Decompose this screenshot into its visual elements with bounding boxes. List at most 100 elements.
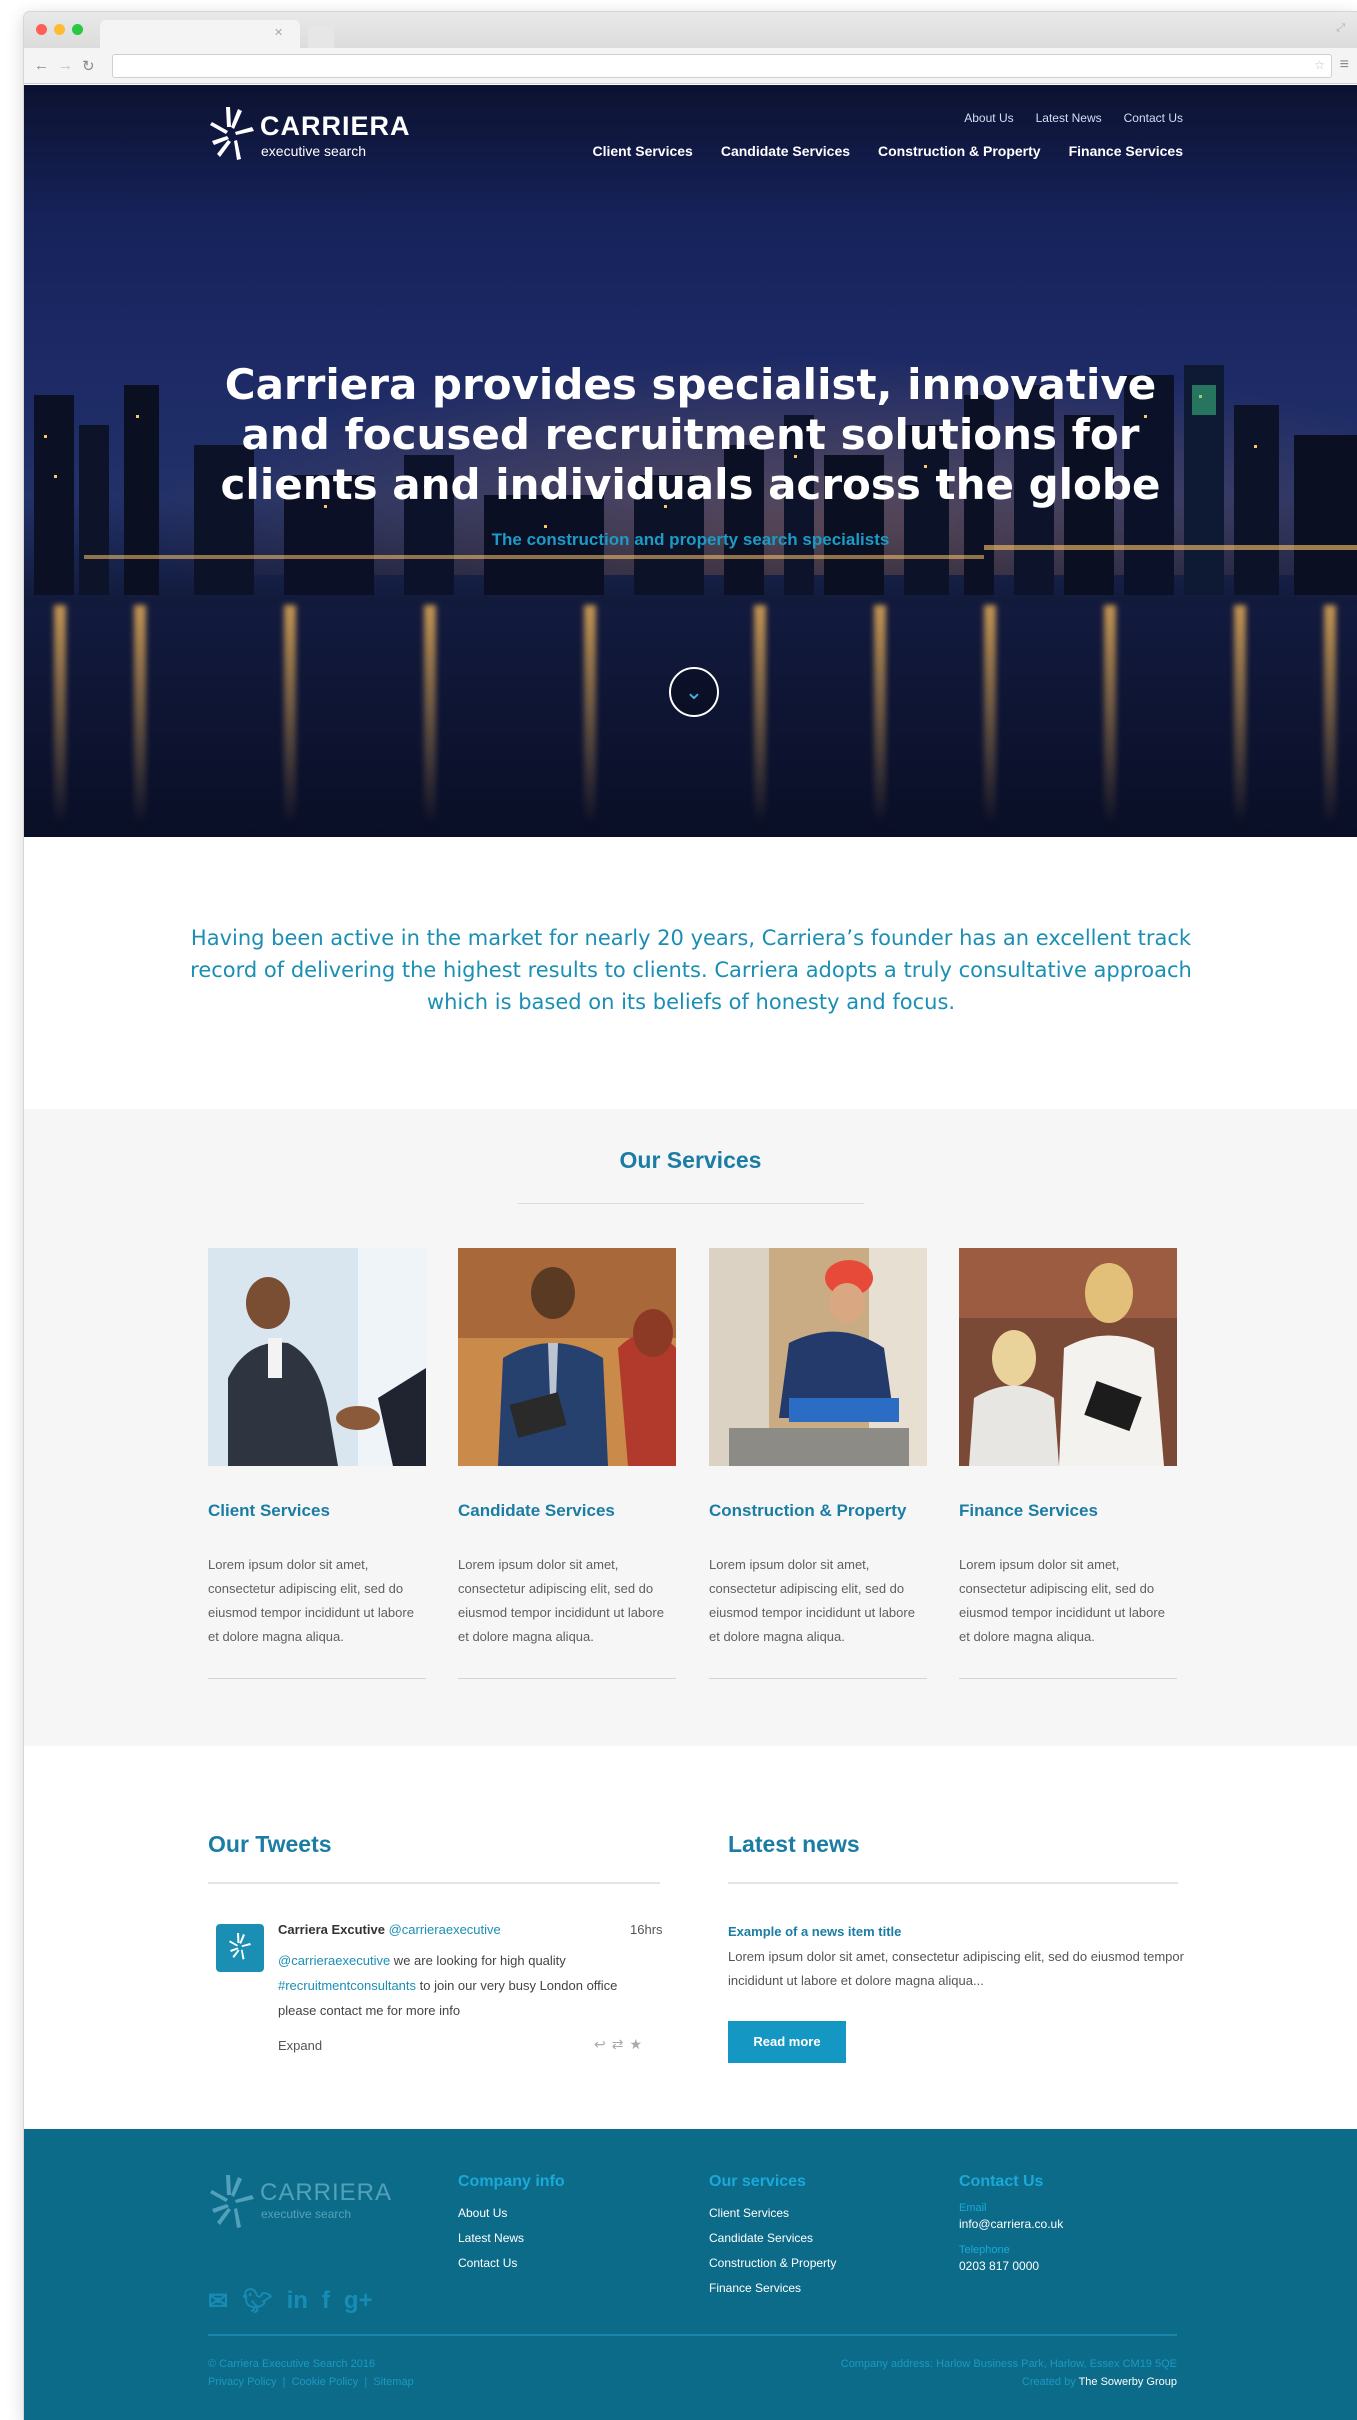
privacy-policy-link[interactable]: Privacy Policy: [208, 2376, 276, 2388]
tweet-actions: ↩⇄★: [594, 2036, 648, 2053]
twitter-icon[interactable]: 🐦︎: [242, 2287, 272, 2316]
email-icon[interactable]: ✉: [208, 2287, 228, 2316]
bookmark-star-icon[interactable]: ☆: [1314, 58, 1325, 72]
footer-services-column: Our services Client Services Candidate S…: [709, 2173, 836, 2301]
footer-email-label: Email: [959, 2202, 987, 2214]
service-description: Lorem ipsum dolor sit amet, consectetur …: [458, 1557, 664, 1644]
main-nav: Client Services Candidate Services Const…: [592, 143, 1183, 159]
footer-link-contact[interactable]: Contact Us: [458, 2251, 565, 2276]
nav-finance-services[interactable]: Finance Services: [1069, 143, 1183, 159]
hero-headline-line-3: clients and individuals across the globe: [220, 460, 1161, 509]
browser-tab[interactable]: [100, 20, 300, 48]
hero-headline: Carriera provides specialist, innovative…: [24, 360, 1357, 510]
google-plus-icon[interactable]: g+: [344, 2287, 373, 2316]
nav-candidate-services[interactable]: Candidate Services: [721, 143, 850, 159]
tweet-hashtag[interactable]: #recruitmentconsultants: [278, 1978, 416, 1993]
footer-link-finance[interactable]: Finance Services: [709, 2276, 836, 2301]
tweet-avatar[interactable]: [216, 1924, 264, 1972]
facebook-icon[interactable]: f: [322, 2287, 330, 2316]
footer-company-heading: Company info: [458, 2173, 565, 2190]
card-divider: [959, 1678, 1177, 1679]
tweet-author-name: Carriera Excutive: [278, 1922, 385, 1937]
footer-link-client-services[interactable]: Client Services: [709, 2201, 836, 2226]
minimize-window-icon[interactable]: [54, 24, 65, 35]
tweet-author-handle[interactable]: @carrieraexecutive: [389, 1922, 501, 1937]
service-card-finance[interactable]: Finance Services Lorem ipsum dolor sit a…: [959, 1248, 1177, 1649]
hero-headline-line-1: Carriera provides specialist, innovative: [224, 360, 1157, 409]
service-card-client[interactable]: Client Services Lorem ipsum dolor sit am…: [208, 1248, 426, 1649]
favorite-star-icon[interactable]: ★: [629, 2036, 648, 2052]
close-window-icon[interactable]: [36, 24, 47, 35]
footer-services-heading: Our services: [709, 2173, 806, 2190]
tweet-author[interactable]: Carriera Excutive @carrieraexecutive: [278, 1922, 501, 1937]
tweet-timestamp[interactable]: 16hrs: [630, 1922, 663, 1937]
nav-client-services[interactable]: Client Services: [592, 143, 692, 159]
footer-logo-name: CARRIERA: [260, 2179, 393, 2206]
tweet-mention[interactable]: @carrieraexecutive: [278, 1953, 390, 1968]
sitemap-link[interactable]: Sitemap: [373, 2376, 413, 2388]
forward-arrow-icon[interactable]: →: [58, 57, 73, 74]
reload-icon[interactable]: ↻: [82, 57, 95, 75]
service-card-construction[interactable]: Construction & Property Lorem ipsum dolo…: [709, 1248, 927, 1649]
tweets-news-section: Our Tweets Carriera Excutive @carrieraex…: [24, 1746, 1357, 2129]
service-title[interactable]: Finance Services: [959, 1501, 1177, 1521]
nav-about-us[interactable]: About Us: [964, 111, 1013, 125]
service-title[interactable]: Construction & Property: [709, 1501, 927, 1521]
footer-link-about[interactable]: About Us: [458, 2201, 565, 2226]
intro-section: Having been active in the market for nea…: [24, 837, 1357, 1109]
handshake-photo: [208, 1248, 426, 1466]
page-viewport: CARRIERA executive search About Us Lates…: [24, 85, 1357, 2420]
tweet-expand-link[interactable]: Expand: [278, 2038, 322, 2053]
logo-name: CARRIERA: [260, 111, 411, 141]
chevron-down-icon: ⌄: [684, 679, 704, 704]
logo-starburst-icon: [229, 1933, 251, 1960]
footer-link-news[interactable]: Latest News: [458, 2226, 565, 2251]
read-more-button[interactable]: Read more: [728, 2021, 846, 2063]
new-tab-button[interactable]: [308, 26, 334, 48]
meeting-photo: [959, 1248, 1177, 1466]
footer-phone-label: Telephone: [959, 2244, 1010, 2256]
service-title[interactable]: Candidate Services: [458, 1501, 676, 1521]
separator: |: [279, 2376, 289, 2388]
news-title: Latest news: [728, 1831, 860, 1857]
address-bar[interactable]: ☆: [112, 54, 1332, 78]
tweet-text-part: we are looking for high quality: [390, 1953, 566, 1968]
footer-email[interactable]: info@carriera.co.uk: [959, 2215, 1063, 2233]
scroll-down-button[interactable]: ⌄: [669, 667, 719, 717]
retweet-icon[interactable]: ⇄: [612, 2036, 630, 2052]
services-title: Our Services: [619, 1147, 762, 1173]
service-card-candidate[interactable]: Candidate Services Lorem ipsum dolor sit…: [458, 1248, 676, 1649]
news-item-excerpt: Lorem ipsum dolor sit amet, consectetur …: [728, 1949, 1184, 1988]
service-title[interactable]: Client Services: [208, 1501, 426, 1521]
nav-latest-news[interactable]: Latest News: [1036, 111, 1102, 125]
fullscreen-icon[interactable]: ⤢: [1336, 22, 1345, 35]
back-arrow-icon[interactable]: ←: [34, 57, 49, 74]
company-address: Company address: Harlow Business Park, H…: [840, 2358, 1177, 2370]
service-description: Lorem ipsum dolor sit amet, consectetur …: [959, 1557, 1165, 1644]
footer-copyright: © Carriera Executive Search 2016 Privacy…: [208, 2355, 414, 2391]
linkedin-icon[interactable]: in: [287, 2287, 308, 2316]
browser-menu-icon[interactable]: ≡: [1340, 56, 1349, 74]
browser-titlebar: ✕ ⤢: [24, 12, 1357, 48]
logo-starburst-icon: [210, 107, 254, 160]
site-footer: CARRIERA executive search Company info A…: [24, 2129, 1357, 2420]
created-by-label: Created by: [1021, 2376, 1076, 2388]
maximize-window-icon[interactable]: [72, 24, 83, 35]
construction-worker-photo: [709, 1248, 927, 1466]
news-item-title[interactable]: Example of a news item title: [728, 1924, 901, 1939]
footer-link-construction[interactable]: Construction & Property: [709, 2251, 836, 2276]
footer-link-candidate-services[interactable]: Candidate Services: [709, 2226, 836, 2251]
agency-link[interactable]: The Sowerby Group: [1079, 2376, 1177, 2388]
reply-icon[interactable]: ↩: [594, 2036, 612, 2052]
footer-address: Company address: Harlow Business Park, H…: [841, 2355, 1177, 2391]
card-divider: [458, 1678, 676, 1679]
copyright-text: © Carriera Executive Search 2016: [208, 2358, 376, 2370]
footer-divider: [208, 2334, 1177, 2336]
service-description: Lorem ipsum dolor sit amet, consectetur …: [208, 1557, 414, 1644]
browser-toolbar: ← → ↻ ☆ ≡: [24, 48, 1357, 84]
nav-construction-property[interactable]: Construction & Property: [878, 143, 1041, 159]
nav-contact-us[interactable]: Contact Us: [1124, 111, 1183, 125]
tab-close-icon[interactable]: ✕: [274, 26, 283, 39]
cookie-policy-link[interactable]: Cookie Policy: [292, 2376, 359, 2388]
footer-phone[interactable]: 0203 817 0000: [959, 2257, 1063, 2275]
